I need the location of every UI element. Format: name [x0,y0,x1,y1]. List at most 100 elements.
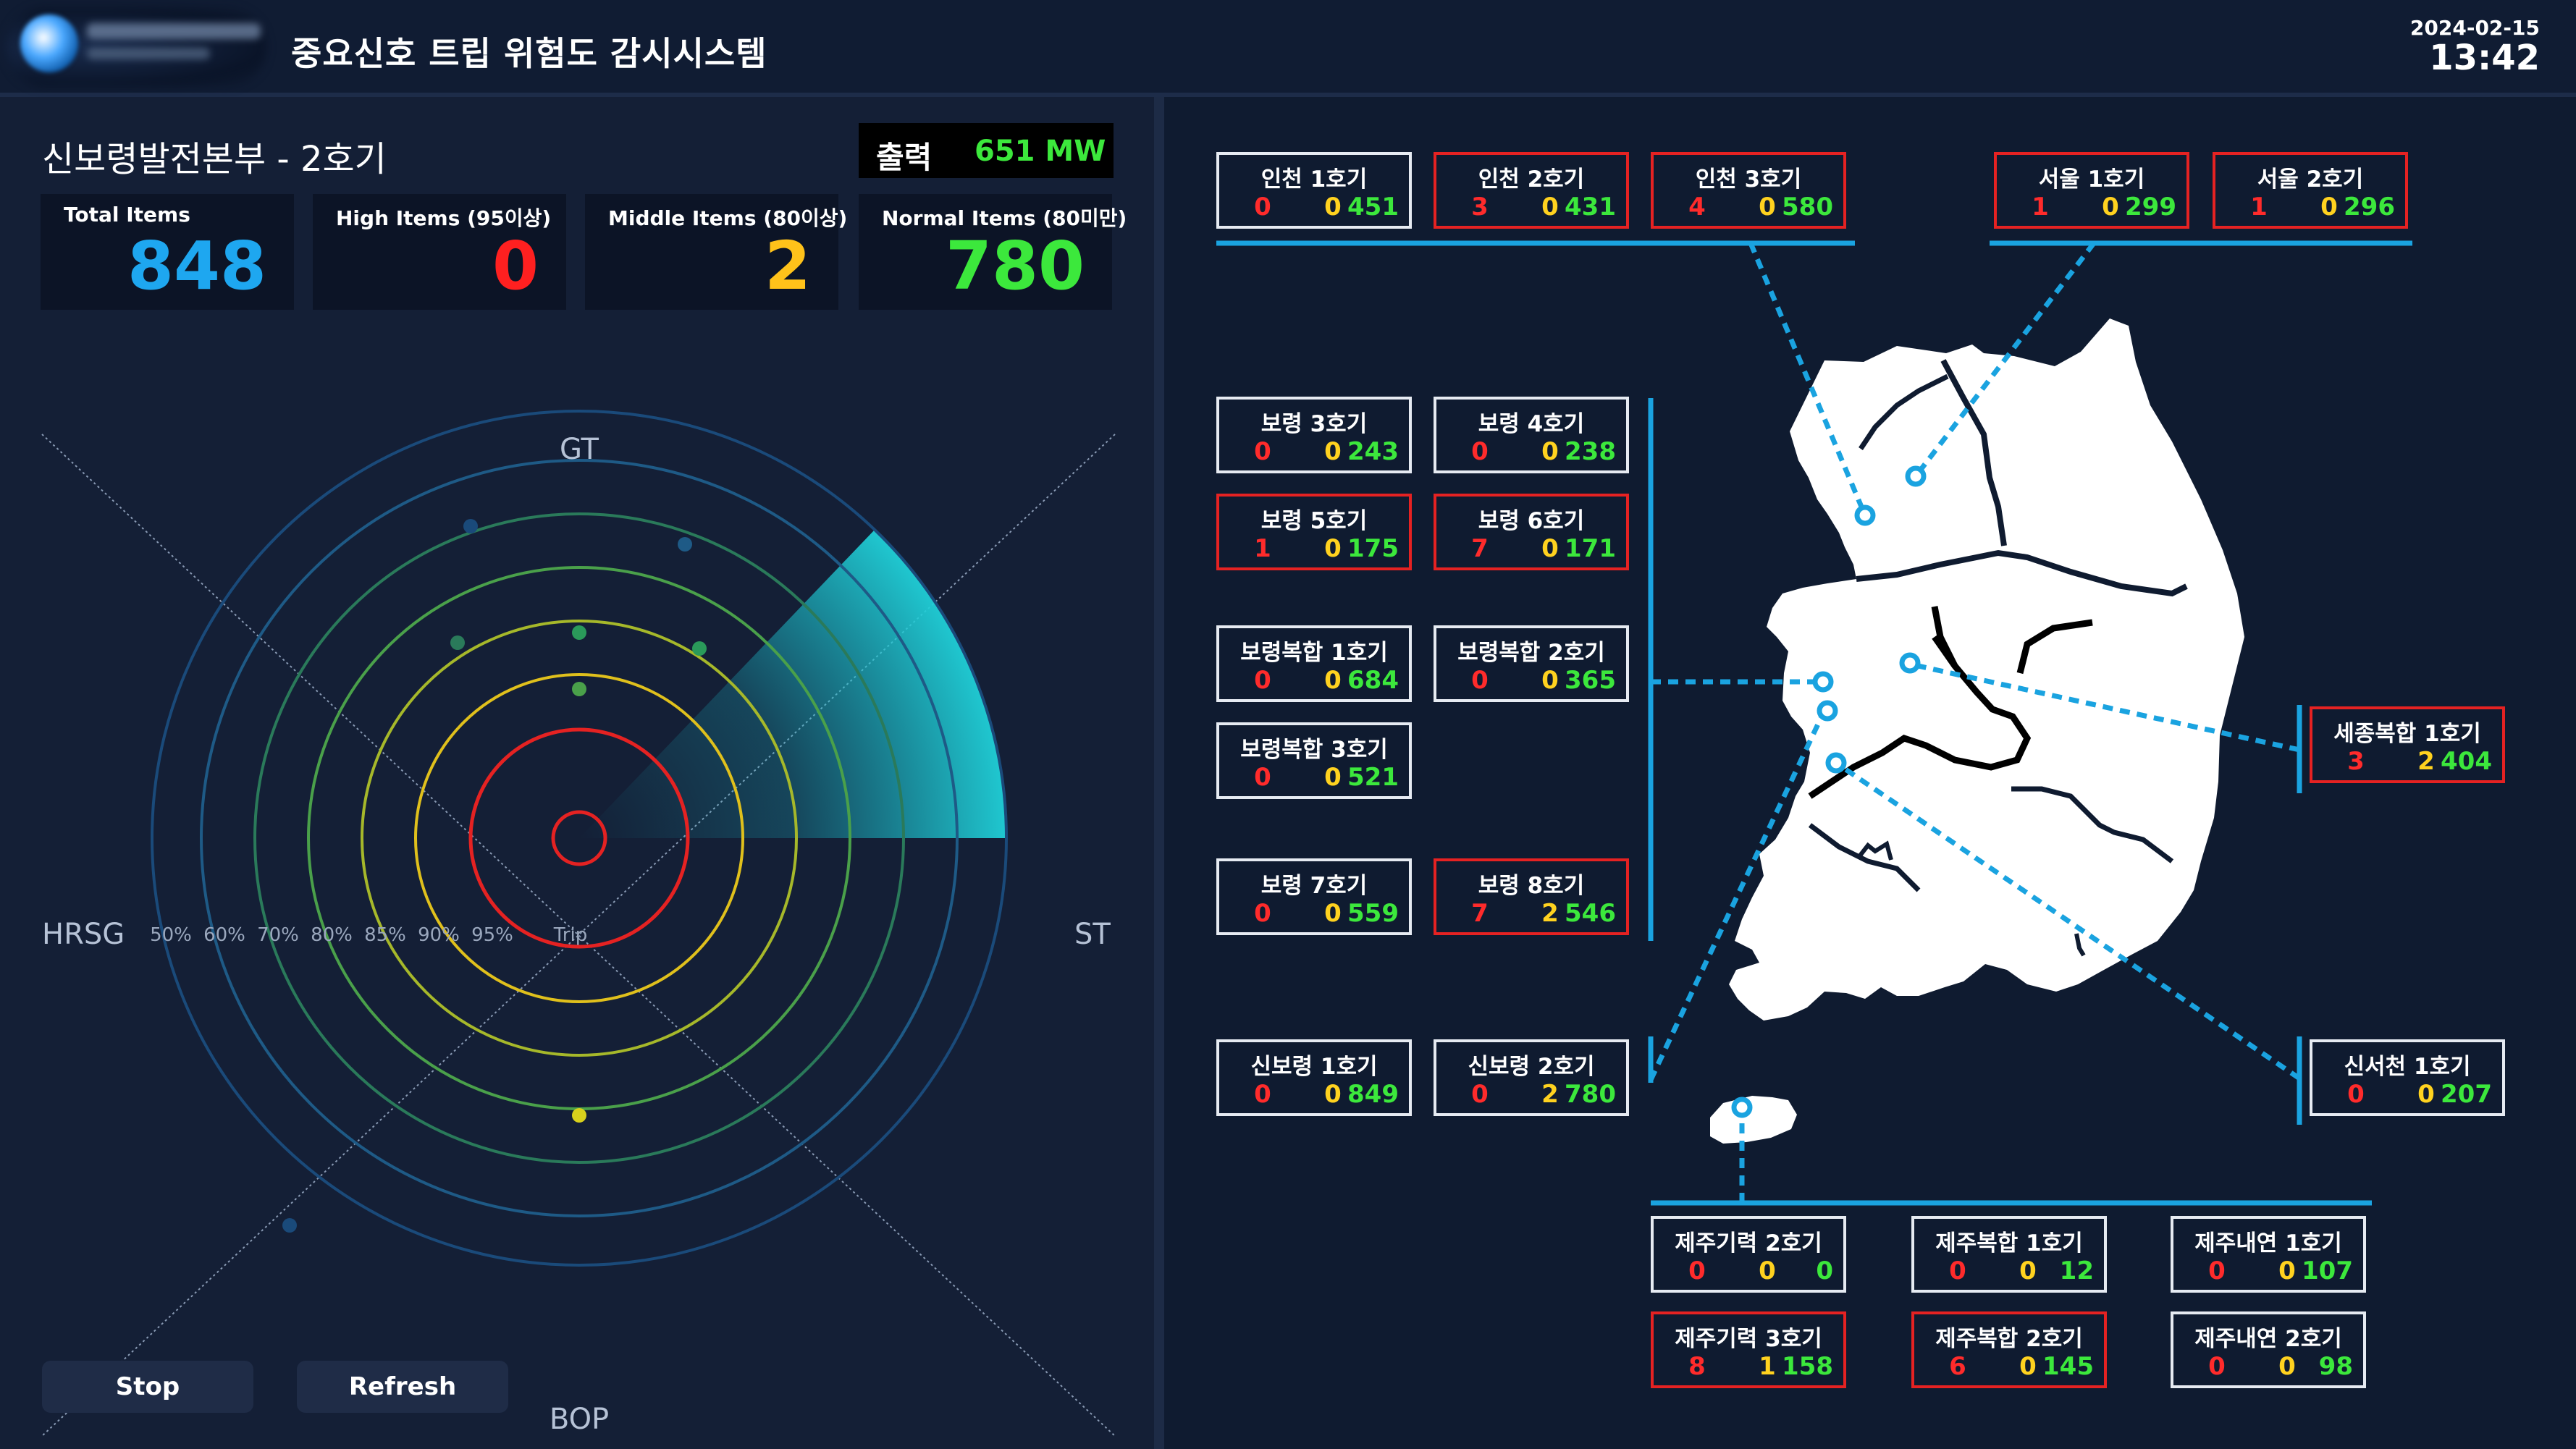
unit-normal-count: 365 [1565,666,1616,695]
radar-point[interactable] [572,625,586,640]
unit-card[interactable]: 보령 4호기 0 0 238 [1434,397,1629,473]
plant-detail-panel: 신보령발전본부 - 2호기 출력 651 MW Total Items 848 … [0,97,1154,1449]
company-logo [0,0,275,93]
map-marker-boryeong[interactable] [1812,671,1834,693]
ring-label: 90% [418,924,460,946]
unit-card[interactable]: 인천 2호기 3 0 431 [1434,152,1629,229]
unit-high-count: 0 [1254,666,1271,695]
unit-card[interactable]: 보령복합 3호기 0 0 521 [1216,722,1412,799]
panel-divider [1154,97,1164,1449]
radar-point[interactable] [572,682,586,696]
stat-value: 848 [127,227,266,305]
unit-card[interactable]: 세종복합 1호기 3 2 404 [2310,706,2505,783]
radar-point[interactable] [678,537,692,552]
unit-name: 세종복합 1호기 [2333,721,2481,747]
radar-point[interactable] [692,641,707,656]
map-marker-incheon[interactable] [1854,504,1876,526]
quadrant-label-hrsg: HRSG [42,918,125,951]
unit-high-count: 6 [1949,1352,1966,1381]
unit-name: 제주기력 2호기 [1675,1230,1822,1256]
unit-card[interactable]: 보령 5호기 1 0 175 [1216,494,1412,570]
unit-name: 제주기력 3호기 [1675,1326,1822,1352]
unit-card[interactable]: 인천 3호기 4 0 580 [1651,152,1846,229]
unit-card[interactable]: 신보령 2호기 0 2 780 [1434,1039,1629,1116]
map-marker-jeju[interactable] [1731,1097,1753,1118]
unit-name: 인천 3호기 [1695,166,1802,193]
unit-high-count: 0 [2208,1352,2226,1381]
unit-middle-count: 0 [2019,1256,2037,1285]
map-marker-seocheon[interactable] [1825,752,1847,774]
unit-middle-count: 0 [2320,193,2338,221]
unit-normal-count: 12 [2059,1256,2094,1285]
output-label: 출력 [876,140,933,175]
unit-high-count: 0 [1688,1256,1706,1285]
unit-normal-count: 451 [1347,193,1399,221]
radar-point[interactable] [572,1108,586,1123]
stat-value: 780 [945,227,1085,305]
current-date: 2024-02-15 [2409,16,2540,40]
unit-normal-count: 238 [1565,437,1616,466]
unit-card[interactable]: 제주복합 2호기 6 0 145 [1911,1311,2107,1388]
unit-card[interactable]: 보령복합 2호기 0 0 365 [1434,625,1629,702]
unit-normal-count: 580 [1782,193,1833,221]
unit-name: 보령복합 3호기 [1240,737,1388,763]
unit-middle-count: 0 [2019,1352,2037,1381]
unit-high-count: 3 [1471,193,1489,221]
unit-high-count: 0 [1949,1256,1966,1285]
unit-card[interactable]: 서울 2호기 1 0 296 [2213,152,2408,229]
unit-middle-count: 0 [1759,193,1776,221]
unit-normal-count: 145 [2042,1352,2094,1381]
stat-card-middle: Middle Items (80이상) 2 [585,194,847,310]
unit-card[interactable]: 서울 1호기 1 0 299 [1994,152,2189,229]
quadrant-label-bop: BOP [550,1403,609,1436]
unit-card[interactable]: 제주내연 1호기 0 0 107 [2171,1216,2366,1293]
unit-normal-count: 521 [1347,763,1399,792]
radar-point[interactable] [463,519,478,533]
app-title: 중요신호 트립 위험도 감시시스템 [291,34,767,73]
map-marker-seoul[interactable] [1905,465,1927,487]
unit-card[interactable]: 보령 7호기 0 0 559 [1216,858,1412,935]
unit-high-count: 0 [1471,666,1489,695]
stat-card-total: Total Items 848 [41,194,294,310]
unit-normal-count: 243 [1347,437,1399,466]
unit-card[interactable]: 제주기력 2호기 0 0 0 [1651,1216,1846,1293]
unit-middle-count: 0 [1324,666,1342,695]
unit-card[interactable]: 제주복합 1호기 0 0 12 [1911,1216,2107,1293]
unit-card[interactable]: 제주내연 2호기 0 0 98 [2171,1311,2366,1388]
unit-name: 인천 1호기 [1260,166,1368,193]
radar-point[interactable] [282,1218,297,1233]
unit-card[interactable]: 보령 3호기 0 0 243 [1216,397,1412,473]
output-value: 651 MW [975,135,1106,168]
unit-name: 신서천 1호기 [2344,1054,2471,1080]
stat-value: 0 [492,227,539,305]
unit-card[interactable]: 인천 1호기 0 0 451 [1216,152,1412,229]
unit-card[interactable]: 보령 6호기 7 0 171 [1434,494,1629,570]
unit-middle-count: 0 [1324,437,1342,466]
unit-card[interactable]: 신보령 1호기 0 0 849 [1216,1039,1412,1116]
unit-normal-count: 299 [2125,193,2176,221]
unit-high-count: 1 [2032,193,2049,221]
unit-name: 제주복합 1호기 [1935,1230,2083,1256]
unit-card[interactable]: 제주기력 3호기 8 1 158 [1651,1311,1846,1388]
unit-middle-count: 0 [1324,899,1342,928]
refresh-button[interactable]: Refresh [297,1361,508,1413]
current-time: 13:42 [2429,38,2540,78]
unit-middle-count: 0 [1541,666,1559,695]
unit-name: 인천 2호기 [1478,166,1585,193]
unit-name: 신보령 1호기 [1250,1054,1378,1080]
ring-label: 60% [203,924,245,946]
ring-label: 85% [364,924,406,946]
unit-name: 보령 7호기 [1260,873,1368,899]
unit-card[interactable]: 신서천 1호기 0 0 207 [2310,1039,2505,1116]
unit-high-count: 0 [1254,193,1271,221]
radar-point[interactable] [450,635,465,650]
unit-high-count: 0 [1471,437,1489,466]
stop-button[interactable]: Stop [42,1361,253,1413]
map-marker-sejong[interactable] [1899,652,1921,674]
unit-card[interactable]: 보령복합 1호기 0 0 684 [1216,625,1412,702]
ring-label: 80% [311,924,353,946]
unit-high-count: 0 [1254,437,1271,466]
map-marker-sinboryeong[interactable] [1817,700,1838,722]
unit-card[interactable]: 보령 8호기 7 2 546 [1434,858,1629,935]
korea-mainland [1729,318,2244,1021]
